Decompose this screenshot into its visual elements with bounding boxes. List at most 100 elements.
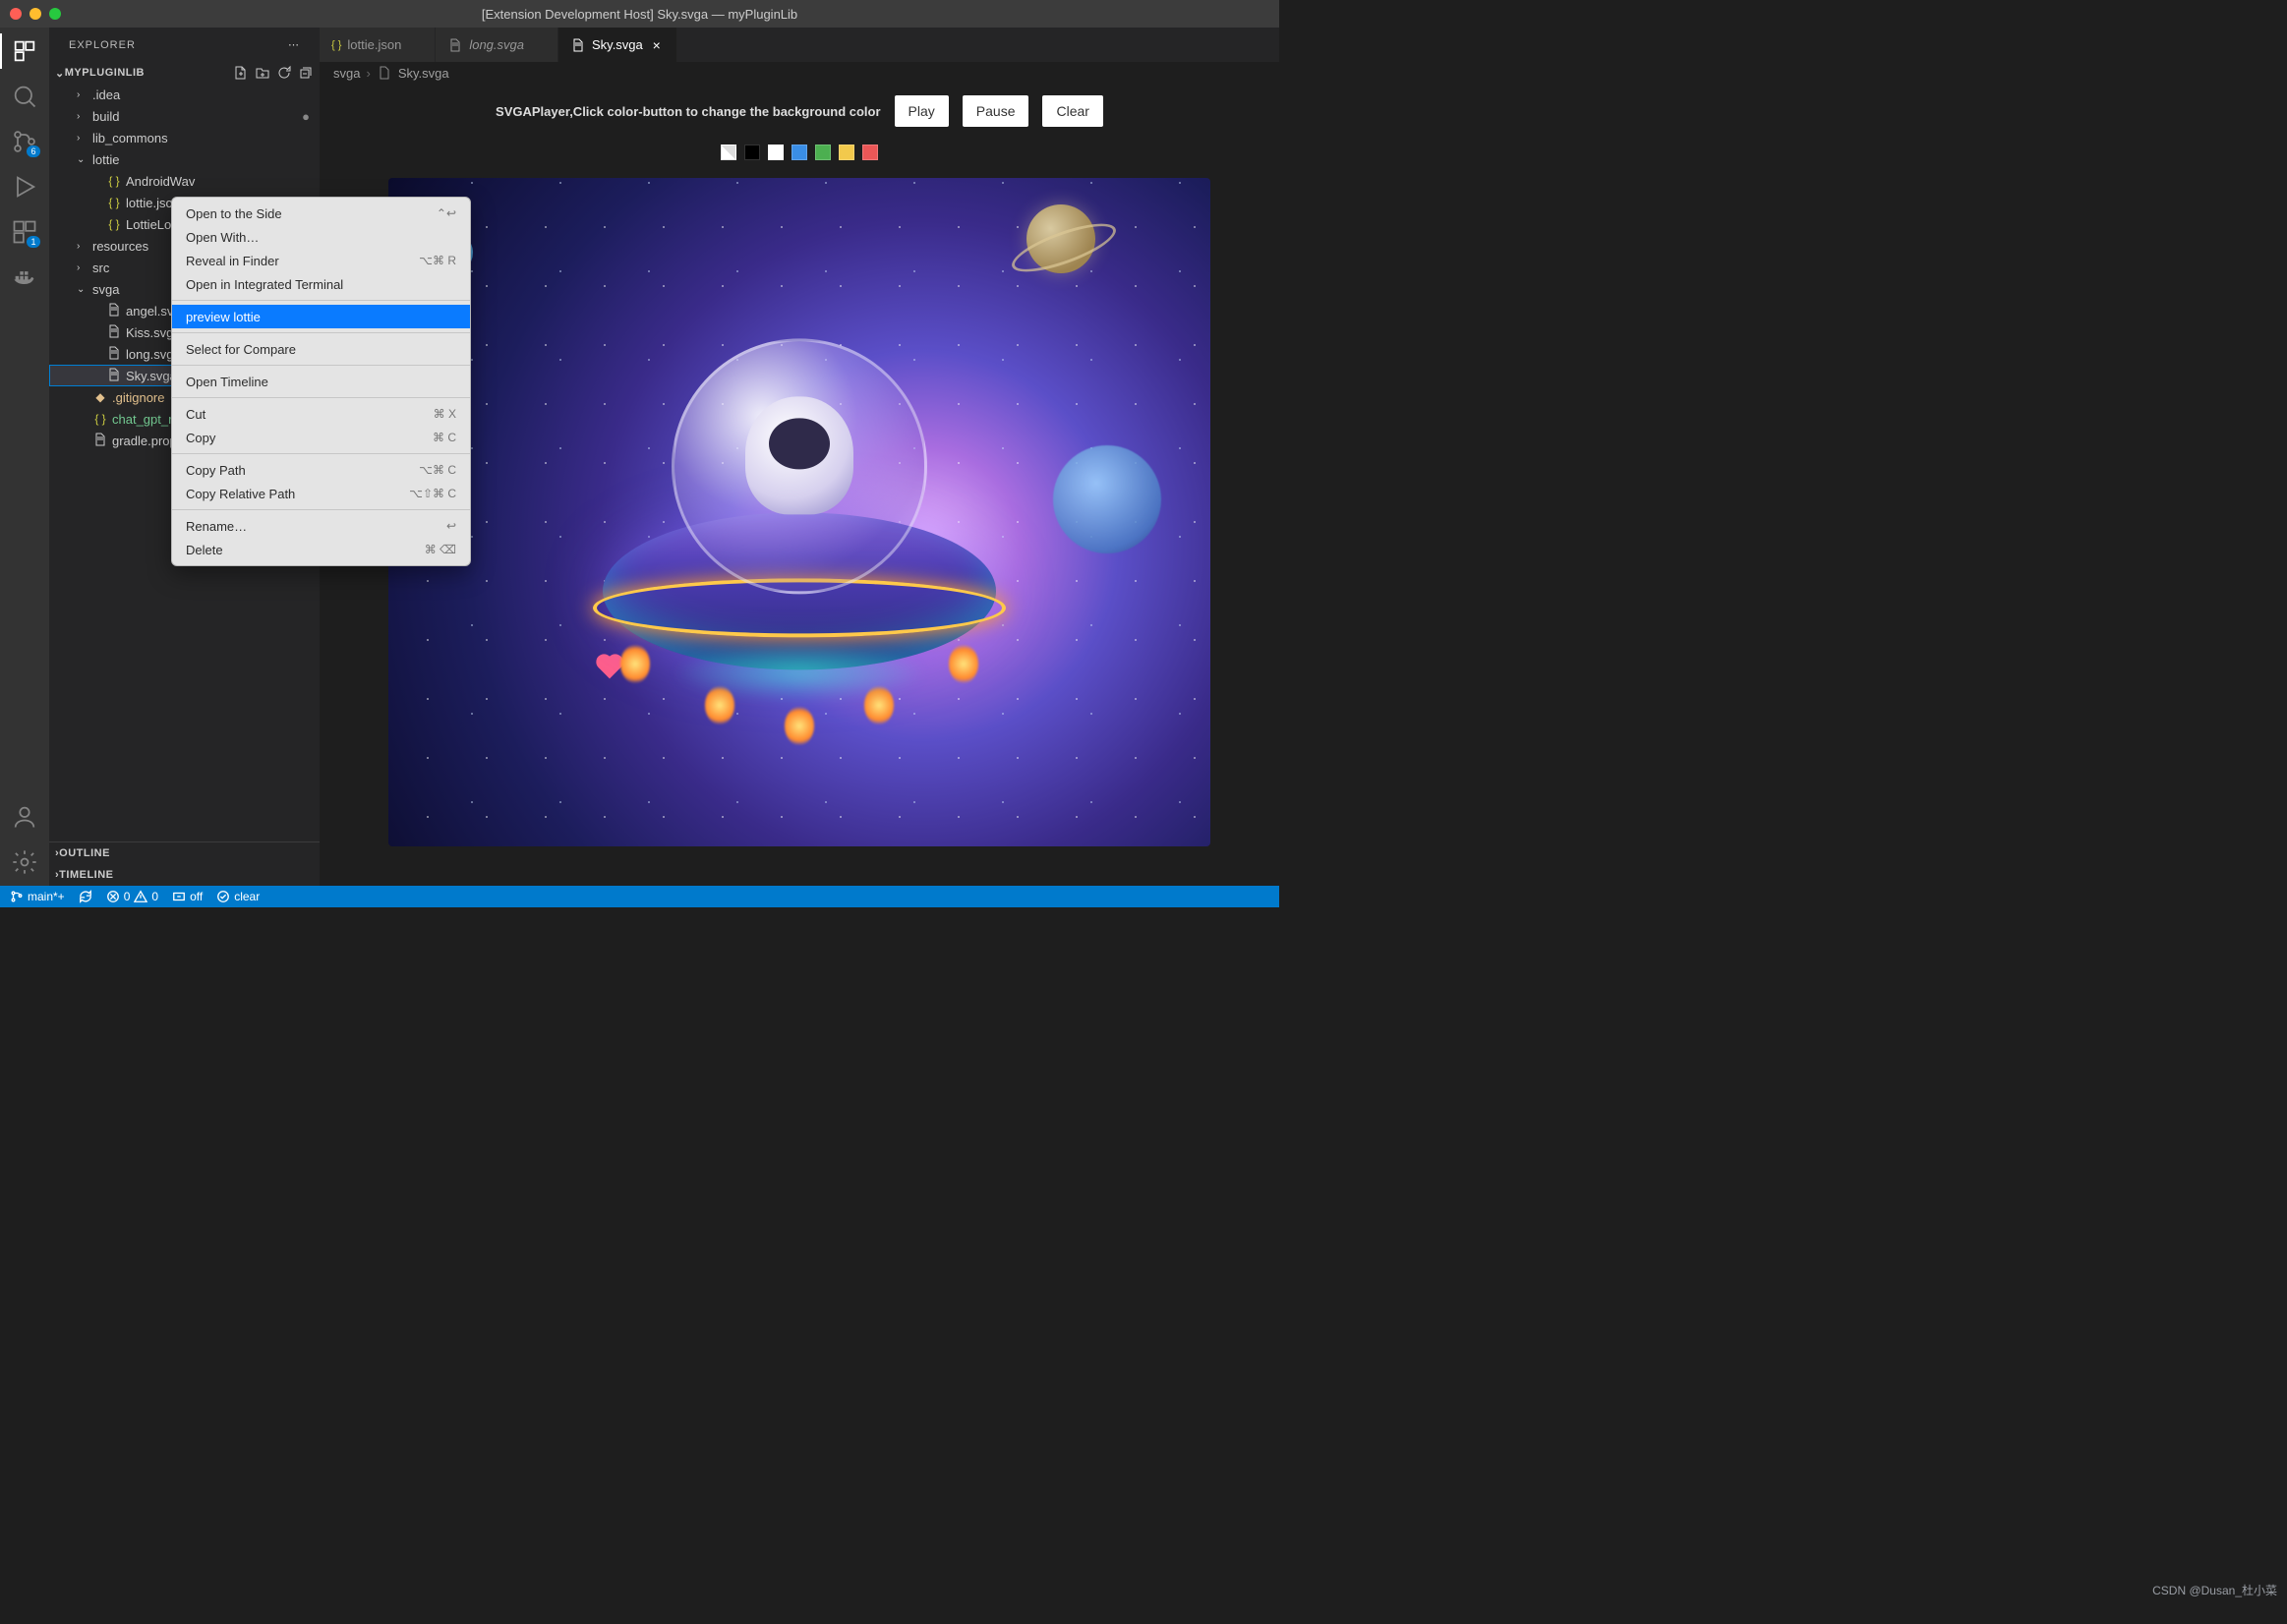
ext-status-2[interactable]: clear: [216, 890, 260, 903]
close-window-button[interactable]: [10, 8, 22, 20]
search-icon[interactable]: [11, 83, 38, 110]
refresh-icon[interactable]: [276, 65, 292, 81]
color-swatch[interactable]: [721, 145, 736, 160]
color-swatch[interactable]: [744, 145, 760, 160]
tree-item-label: .idea: [92, 87, 120, 102]
activity-bar: 6 1: [0, 28, 49, 886]
settings-icon[interactable]: [11, 848, 38, 876]
menu-item-label: Open to the Side: [186, 206, 282, 221]
menu-item-select-for-compare[interactable]: Select for Compare: [172, 337, 470, 361]
minimize-window-button[interactable]: [29, 8, 41, 20]
sync-status[interactable]: [79, 890, 92, 903]
json-icon: { }: [106, 174, 122, 188]
menu-item-open-with-[interactable]: Open With…: [172, 225, 470, 249]
account-icon[interactable]: [11, 803, 38, 831]
tree-item-androidwave-json[interactable]: { } AndroidWav: [49, 170, 320, 192]
menu-item-copy[interactable]: Copy⌘ C: [172, 426, 470, 449]
play-button[interactable]: Play: [895, 95, 949, 127]
menu-item-label: Select for Compare: [186, 342, 296, 357]
menu-shortcut: ⌥⌘ R: [419, 254, 456, 267]
menu-item-reveal-in-finder[interactable]: Reveal in Finder⌥⌘ R: [172, 249, 470, 272]
tree-item-label: build: [92, 109, 119, 124]
outline-label: OUTLINE: [59, 847, 110, 859]
chevron-down-icon: ⌄: [77, 154, 88, 165]
tree-item-lib-commons[interactable]: ›lib_commons: [49, 127, 320, 148]
menu-item-label: Delete: [186, 543, 223, 557]
sidebar-title: EXPLORER: [69, 39, 136, 51]
menu-item-preview-lottie[interactable]: preview lottie: [172, 305, 470, 328]
tab-long-svga[interactable]: long.svga: [436, 28, 558, 62]
branch-name: main*+: [28, 890, 65, 903]
menu-item-label: Cut: [186, 407, 205, 422]
tree-item-build[interactable]: ›build●: [49, 105, 320, 127]
extensions-badge: 1: [27, 236, 40, 248]
git-branch-status[interactable]: main*+: [10, 890, 65, 903]
tree-item-lottie[interactable]: ⌄lottie: [49, 148, 320, 170]
docker-icon[interactable]: [11, 263, 38, 291]
explorer-icon[interactable]: [11, 37, 38, 65]
menu-item-label: Open in Integrated Terminal: [186, 277, 343, 292]
tree-item-label: Sky.svga: [126, 369, 177, 383]
color-swatch[interactable]: [792, 145, 807, 160]
close-tab-icon[interactable]: ×: [649, 37, 665, 53]
tree-item-label: lib_commons: [92, 131, 168, 145]
tree-item-label: src: [92, 261, 109, 275]
menu-separator: [172, 509, 470, 510]
color-swatch[interactable]: [862, 145, 878, 160]
breadcrumb-part[interactable]: svga: [333, 66, 360, 81]
project-section-header[interactable]: ⌄ MYPLUGINLIB: [49, 62, 320, 84]
watermark: CSDN @Dusan_杜小菜: [2152, 1582, 2277, 1598]
pause-button[interactable]: Pause: [963, 95, 1029, 127]
menu-item-open-to-the-side[interactable]: Open to the Side⌃↩: [172, 202, 470, 225]
player-controls: SVGAPlayer,Click color-button to change …: [496, 95, 1103, 127]
tree-item-label: AndroidWav: [126, 174, 195, 189]
menu-item-delete[interactable]: Delete ⌘ ⌫: [172, 538, 470, 561]
color-swatch[interactable]: [768, 145, 784, 160]
tab-lottie-json[interactable]: { }lottie.json: [320, 28, 436, 62]
chevron-right-icon: ›: [77, 241, 88, 252]
menu-item-open-in-integrated-terminal[interactable]: Open in Integrated Terminal: [172, 272, 470, 296]
menu-item-open-timeline[interactable]: Open Timeline: [172, 370, 470, 393]
file-icon: [570, 37, 586, 53]
color-swatch[interactable]: [839, 145, 854, 160]
outline-section-header[interactable]: › OUTLINE: [49, 842, 320, 864]
menu-item-label: Copy Path: [186, 463, 246, 478]
scm-badge: 6: [27, 145, 40, 157]
menu-separator: [172, 365, 470, 366]
breadcrumb[interactable]: svga › Sky.svga: [320, 62, 1279, 84]
menu-shortcut: ⌘ X: [434, 407, 456, 421]
menu-item-copy-path[interactable]: Copy Path⌥⌘ C: [172, 458, 470, 482]
problems-status[interactable]: 0 0: [106, 890, 158, 903]
source-control-icon[interactable]: 6: [11, 128, 38, 155]
tab-sky-svga[interactable]: Sky.svga×: [558, 28, 677, 62]
warning-count: 0: [151, 890, 158, 903]
new-folder-icon[interactable]: [255, 65, 270, 81]
menu-item-copy-relative-path[interactable]: Copy Relative Path⌥⇧⌘ C: [172, 482, 470, 505]
chevron-down-icon: ⌄: [77, 284, 88, 295]
titlebar: [Extension Development Host] Sky.svga — …: [0, 0, 1279, 28]
tree-item--idea[interactable]: ›.idea: [49, 84, 320, 105]
breadcrumb-part[interactable]: Sky.svga: [398, 66, 449, 81]
maximize-window-button[interactable]: [49, 8, 61, 20]
menu-item-rename-[interactable]: Rename…↩: [172, 514, 470, 538]
extensions-icon[interactable]: 1: [11, 218, 38, 246]
menu-shortcut: ⌘ ⌫: [425, 543, 456, 556]
sidebar-more-icon[interactable]: ⋯: [288, 38, 300, 51]
menu-separator: [172, 453, 470, 454]
color-swatch[interactable]: [815, 145, 831, 160]
clear-button[interactable]: Clear: [1042, 95, 1102, 127]
run-debug-icon[interactable]: [11, 173, 38, 201]
status-bar: main*+ 0 0 off clear: [0, 886, 1279, 907]
timeline-section-header[interactable]: › TIMELINE: [49, 864, 320, 886]
tab-label: long.svga: [469, 37, 524, 52]
collapse-all-icon[interactable]: [298, 65, 314, 81]
file-icon: [377, 65, 392, 81]
new-file-icon[interactable]: [233, 65, 249, 81]
json-icon: { }: [331, 39, 341, 51]
ext-status-1[interactable]: off: [172, 890, 203, 903]
planet-decoration: [1053, 445, 1161, 553]
menu-item-label: Copy Relative Path: [186, 487, 295, 501]
ufo-illustration: [563, 314, 1035, 726]
file-icon: [92, 432, 108, 450]
menu-item-cut[interactable]: Cut ⌘ X: [172, 402, 470, 426]
